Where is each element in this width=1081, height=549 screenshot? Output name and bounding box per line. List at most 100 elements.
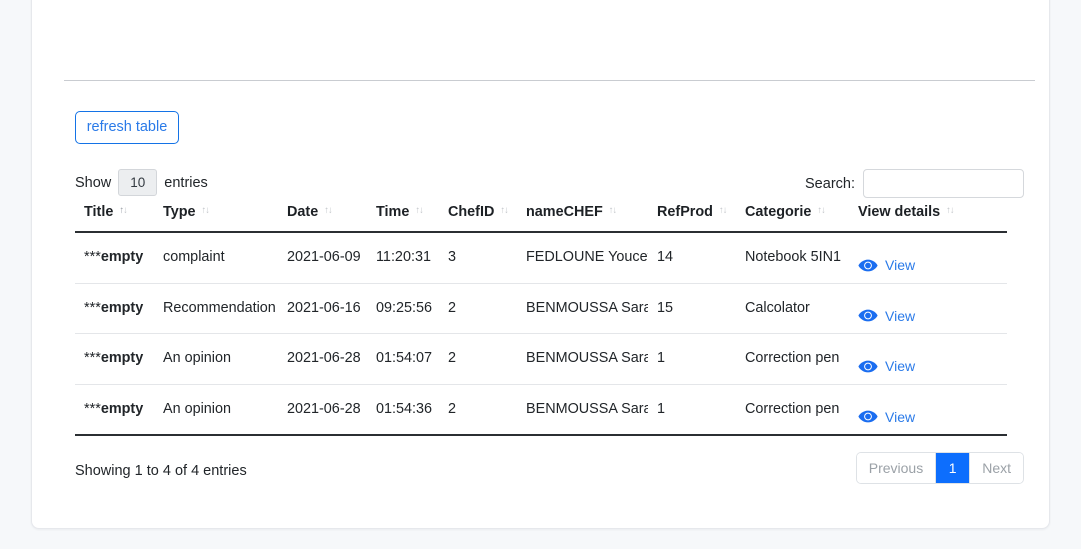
entries-per-page-select[interactable]: 10 [118, 169, 158, 196]
table-body: ***empty complaint 2021-06-09 11:20:31 3… [75, 232, 1007, 436]
cell-namechef: BENMOUSSA Sara [517, 333, 648, 385]
refresh-table-button[interactable]: refresh table [75, 111, 179, 144]
column-header-type[interactable]: Type ↑↓ [154, 198, 278, 233]
pagination-page-1-button[interactable]: 1 [936, 453, 971, 483]
column-header-label: RefProd [657, 204, 713, 220]
cell-view-details: View [849, 384, 1007, 436]
cell-date: 2021-06-28 [278, 384, 367, 436]
cell-type: complaint [154, 232, 278, 284]
column-header-label: Time [376, 204, 410, 220]
sort-both-icon[interactable]: ↑↓ [324, 205, 332, 216]
search-input[interactable] [863, 169, 1024, 198]
cell-chefid: 2 [439, 283, 517, 334]
view-details-link[interactable]: View [858, 358, 915, 374]
cell-categorie: Correction pen [736, 384, 849, 436]
title-word: empty [100, 249, 144, 266]
pagination: Previous 1 Next [855, 452, 1024, 484]
title-stars: *** [84, 299, 101, 316]
column-header-refprod[interactable]: RefProd ↑↓ [648, 198, 736, 233]
table-head: Title ↑↓ Type ↑↓ Date ↑↓ Time ↑↓ ChefID … [75, 198, 1007, 233]
cell-refprod: 15 [648, 283, 736, 334]
sort-both-icon[interactable]: ↑↓ [119, 205, 127, 216]
column-header-label: Title [84, 204, 114, 220]
column-header-title[interactable]: Title ↑↓ [75, 198, 154, 233]
cell-chefid: 2 [439, 333, 517, 385]
title-stars: *** [84, 350, 101, 367]
column-header-namechef[interactable]: nameCHEF ↑↓ [517, 198, 648, 233]
column-header-chefid[interactable]: ChefID ↑↓ [439, 198, 517, 233]
sort-both-icon[interactable]: ↑↓ [817, 205, 825, 216]
cell-categorie: Correction pen [736, 333, 849, 385]
title-word: empty [100, 350, 144, 367]
view-details-link[interactable]: View [858, 308, 915, 324]
feedback-table: Title ↑↓ Type ↑↓ Date ↑↓ Time ↑↓ ChefID … [75, 198, 1007, 436]
section-divider [64, 80, 1035, 81]
length-suffix-label: entries [164, 174, 208, 191]
cell-type: Recommendation [154, 283, 278, 334]
eye-icon [858, 410, 878, 423]
sort-both-icon[interactable]: ↑↓ [609, 205, 617, 216]
column-header-label: ChefID [448, 204, 495, 220]
table-header-row: Title ↑↓ Type ↑↓ Date ↑↓ Time ↑↓ ChefID … [75, 198, 1007, 233]
sort-both-icon[interactable]: ↑↓ [719, 205, 727, 216]
cell-time: 09:25:56 [367, 283, 439, 334]
cell-namechef: BENMOUSSA Sara [517, 384, 648, 436]
view-details-label: View [885, 307, 916, 324]
sort-both-icon[interactable]: ↑↓ [500, 205, 508, 216]
cell-date: 2021-06-28 [278, 333, 367, 385]
sort-both-icon[interactable]: ↑↓ [202, 205, 210, 216]
length-prefix-label: Show [75, 174, 112, 191]
data-table-container: Title ↑↓ Type ↑↓ Date ↑↓ Time ↑↓ ChefID … [75, 198, 1007, 436]
cell-date: 2021-06-09 [278, 232, 367, 284]
pagination-previous-button[interactable]: Previous [856, 453, 937, 483]
cell-title: ***empty [75, 333, 154, 385]
page-root: refresh table Show 10 entries Search: Ti… [0, 0, 1081, 549]
column-header-label: View details [858, 204, 941, 220]
cell-view-details: View [849, 333, 1007, 385]
title-stars: *** [84, 249, 101, 266]
view-details-label: View [885, 257, 916, 273]
sort-both-icon[interactable]: ↑↓ [415, 205, 423, 216]
cell-time: 01:54:07 [367, 333, 439, 385]
cell-namechef: BENMOUSSA Sara [517, 283, 648, 334]
view-details-label: View [885, 358, 916, 374]
table-row: ***empty An opinion 2021-06-28 01:54:07 … [75, 333, 1007, 385]
table-search-control: Search: [805, 169, 1024, 198]
table-row: ***empty Recommendation 2021-06-16 09:25… [75, 283, 1007, 334]
eye-icon [858, 309, 878, 322]
view-details-link[interactable]: View [858, 257, 915, 273]
card-inner: refresh table Show 10 entries Search: Ti… [32, 0, 1049, 528]
cell-type: An opinion [154, 333, 278, 385]
eye-icon [858, 259, 878, 272]
cell-date: 2021-06-16 [278, 283, 367, 334]
column-header-label: nameCHEF [526, 204, 603, 220]
cell-title: ***empty [75, 384, 154, 436]
cell-view-details: View [849, 283, 1007, 334]
table-info: Showing 1 to 4 of 4 entries [75, 463, 247, 479]
table-row: ***empty complaint 2021-06-09 11:20:31 3… [75, 232, 1007, 284]
cell-type: An opinion [154, 384, 278, 436]
column-header-date[interactable]: Date ↑↓ [278, 198, 367, 233]
view-details-link[interactable]: View [858, 409, 915, 425]
column-header-label: Categorie [745, 204, 812, 220]
cell-refprod: 14 [648, 232, 736, 284]
eye-icon [858, 360, 878, 373]
sort-both-icon[interactable]: ↑↓ [946, 205, 954, 216]
cell-categorie: Notebook 5IN1 [736, 232, 849, 284]
content-card: refresh table Show 10 entries Search: Ti… [31, 0, 1050, 529]
table-length-control: Show 10 entries [75, 169, 208, 196]
cell-title: ***empty [75, 283, 154, 334]
cell-time: 11:20:31 [367, 232, 439, 284]
column-header-view-details[interactable]: View details ↑↓ [849, 198, 1007, 233]
column-header-time[interactable]: Time ↑↓ [367, 198, 439, 233]
view-details-label: View [885, 408, 916, 425]
column-header-categorie[interactable]: Categorie ↑↓ [736, 198, 849, 233]
title-word: empty [100, 299, 144, 316]
column-header-label: Date [287, 204, 319, 220]
title-stars: *** [84, 400, 101, 417]
table-row: ***empty An opinion 2021-06-28 01:54:36 … [75, 384, 1007, 436]
cell-time: 01:54:36 [367, 384, 439, 436]
cell-chefid: 3 [439, 232, 517, 284]
cell-categorie: Calcolator [736, 283, 849, 334]
pagination-next-button[interactable]: Next [970, 453, 1023, 483]
